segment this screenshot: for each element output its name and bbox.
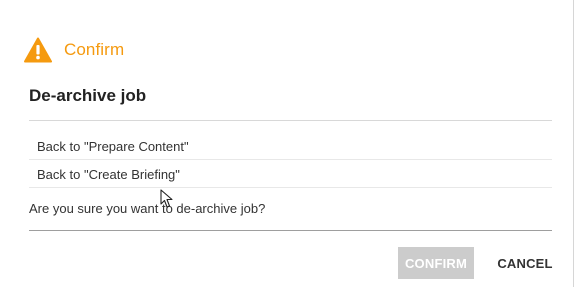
dialog-header: Confirm bbox=[24, 36, 124, 64]
confirm-dialog: Confirm De-archive job Back to "Prepare … bbox=[0, 0, 574, 287]
warning-icon bbox=[24, 37, 52, 63]
dialog-title: Confirm bbox=[64, 40, 125, 59]
mouse-cursor-icon bbox=[160, 189, 173, 208]
option-back-to-prepare-content[interactable]: Back to "Prepare Content" bbox=[29, 133, 552, 160]
confirmation-question: Are you sure you want to de-archive job? bbox=[29, 201, 266, 216]
option-back-to-create-briefing[interactable]: Back to "Create Briefing" bbox=[29, 161, 552, 188]
cancel-button[interactable]: CANCEL bbox=[490, 247, 560, 279]
bottom-divider bbox=[29, 230, 552, 231]
job-title: De-archive job bbox=[29, 86, 147, 105]
confirm-button[interactable]: CONFIRM bbox=[398, 247, 474, 279]
title-divider bbox=[29, 120, 552, 121]
